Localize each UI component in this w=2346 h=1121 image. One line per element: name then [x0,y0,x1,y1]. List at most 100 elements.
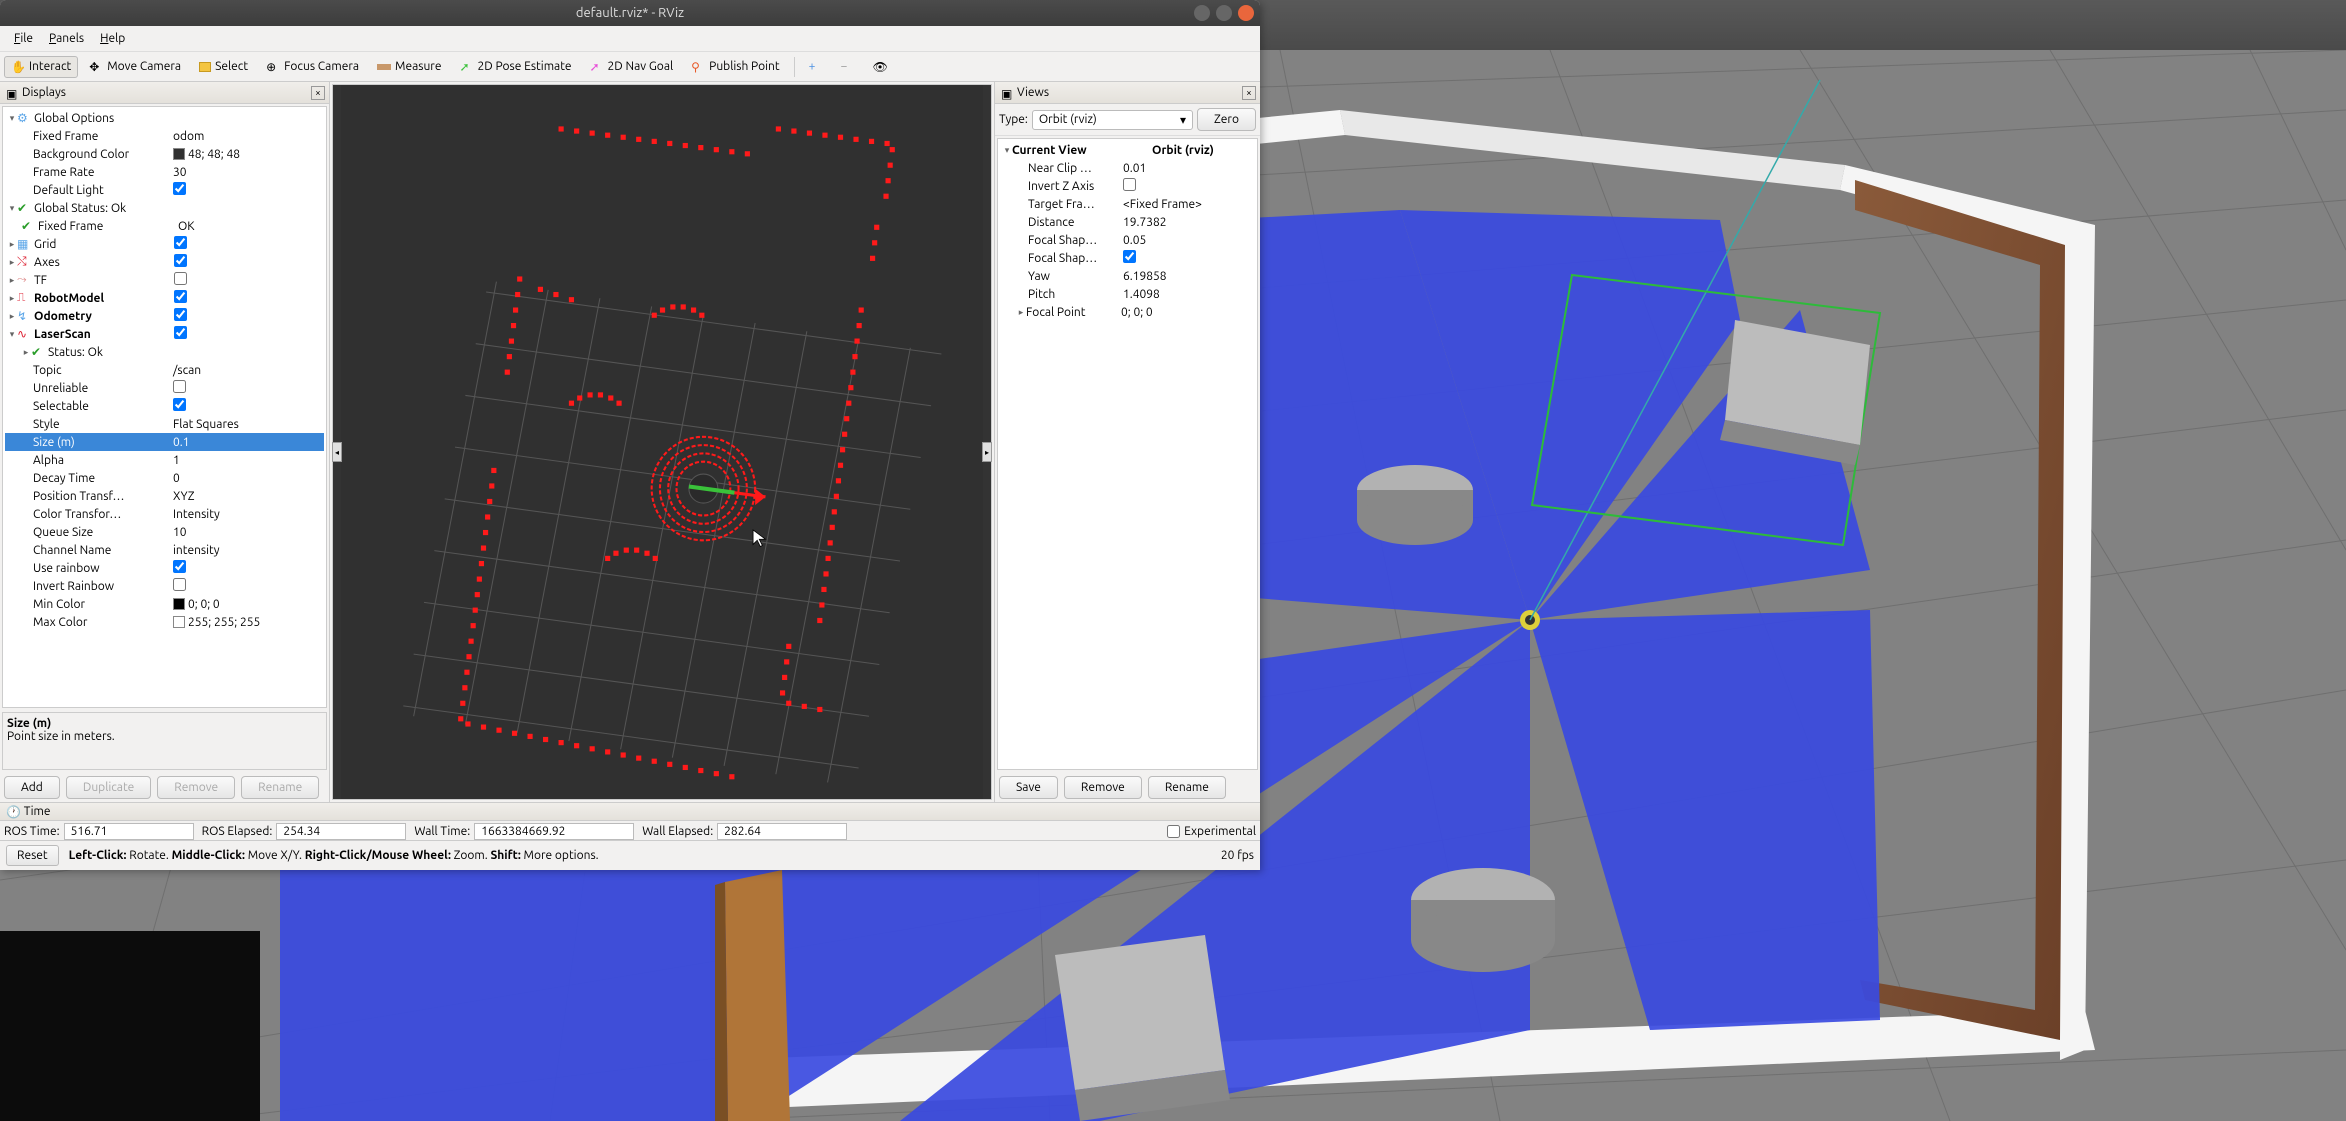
tree-channel-name[interactable]: Channel Nameintensity [5,541,324,559]
invert-rainbow-checkbox[interactable] [173,578,186,591]
tree-current-view[interactable]: ▾Current ViewOrbit (rviz) [1000,141,1255,159]
tree-near-clip[interactable]: Near Clip …0.01 [1000,159,1255,177]
default-light-checkbox[interactable] [173,182,186,195]
displays-header[interactable]: ▣ Displays × [0,82,329,104]
experimental-checkbox[interactable] [1167,825,1180,838]
menu-panels[interactable]: Panels [41,29,92,48]
wall-elapsed-input[interactable] [717,823,847,840]
robotmodel-checkbox[interactable] [174,290,187,303]
tree-focal-point[interactable]: ▸Focal Point0; 0; 0 [1000,303,1255,321]
duplicate-button[interactable]: Duplicate [66,776,151,799]
focal-fixed-checkbox[interactable] [1123,250,1136,263]
tf-checkbox[interactable] [174,272,187,285]
laserscan-checkbox[interactable] [174,326,187,339]
close-icon[interactable] [1238,5,1254,21]
add-button[interactable]: Add [4,776,60,799]
tree-invert-z[interactable]: Invert Z Axis [1000,177,1255,195]
tree-invert-rainbow[interactable]: Invert Rainbow [5,577,324,595]
save-button[interactable]: Save [999,776,1058,799]
displays-buttons: Add Duplicate Remove Rename [0,772,329,802]
tree-tf[interactable]: ▸⤳TF [5,271,324,289]
tree-pitch[interactable]: Pitch1.4098 [1000,285,1255,303]
splitter-right[interactable]: ▸ [982,442,992,462]
axes-checkbox[interactable] [174,254,187,267]
tree-bg-color[interactable]: Background Color48; 48; 48 [5,145,324,163]
tree-alpha[interactable]: Alpha1 [5,451,324,469]
tree-size[interactable]: Size (m)0.1 [5,433,324,451]
tree-min-color[interactable]: Min Color0; 0; 0 [5,595,324,613]
tree-yaw[interactable]: Yaw6.19858 [1000,267,1255,285]
unreliable-checkbox[interactable] [173,380,186,393]
color-swatch [173,598,185,610]
rename-button[interactable]: Rename [241,776,319,799]
tree-selectable[interactable]: Selectable [5,397,324,415]
type-label: Type: [999,113,1028,126]
tool-publish-point[interactable]: ⚲Publish Point [684,56,786,78]
views-tree[interactable]: ▾Current ViewOrbit (rviz) Near Clip …0.0… [997,138,1258,770]
ros-elapsed-input[interactable] [276,823,406,840]
views-header[interactable]: ▣ Views × [995,82,1260,104]
splitter-left[interactable]: ◂ [332,442,342,462]
ros-time-input[interactable] [64,823,194,840]
tree-use-rainbow[interactable]: Use rainbow [5,559,324,577]
panel-close-icon[interactable]: × [311,86,325,100]
titlebar[interactable]: default.rviz* - RViz [0,0,1260,26]
invert-z-checkbox[interactable] [1123,178,1136,191]
tool-move-camera[interactable]: ✥Move Camera [82,56,188,78]
grid-checkbox[interactable] [174,236,187,249]
tree-odometry[interactable]: ▸↯Odometry [5,307,324,325]
displays-tree[interactable]: ▾⚙Global Options Fixed Frameodom Backgro… [2,106,327,708]
tree-default-light[interactable]: Default Light [5,181,324,199]
rviz-viewport[interactable]: ◂ ▸ [332,84,992,800]
reset-button[interactable]: Reset [6,845,59,866]
tree-distance[interactable]: Distance19.7382 [1000,213,1255,231]
views-remove-button[interactable]: Remove [1064,776,1142,799]
selectable-checkbox[interactable] [173,398,186,411]
tool-2d-nav-goal[interactable]: ➚2D Nav Goal [583,56,681,78]
time-header[interactable]: 🕐 Time [0,803,1260,821]
odometry-checkbox[interactable] [174,308,187,321]
tree-axes[interactable]: ▸⤭Axes [5,253,324,271]
tree-status-fixed-frame[interactable]: ✔Fixed FrameOK [5,217,324,235]
tree-focal-shape-size[interactable]: Focal Shap…0.05 [1000,231,1255,249]
views-rename-button[interactable]: Rename [1148,776,1226,799]
tree-fixed-frame[interactable]: Fixed Frameodom [5,127,324,145]
tool-toggle[interactable]: 👁 [866,56,894,78]
tree-frame-rate[interactable]: Frame Rate30 [5,163,324,181]
tree-max-color[interactable]: Max Color255; 255; 255 [5,613,324,631]
tree-robot-model[interactable]: ▸⎍RobotModel [5,289,324,307]
tree-laserscan-status[interactable]: ▸✔Status: Ok [5,343,324,361]
tree-style[interactable]: StyleFlat Squares [5,415,324,433]
tree-global-status[interactable]: ▾✔Global Status: Ok [5,199,324,217]
remove-button[interactable]: Remove [157,776,235,799]
tree-position-transf[interactable]: Position Transf…XYZ [5,487,324,505]
wall-time-input[interactable] [474,823,634,840]
tree-topic[interactable]: Topic/scan [5,361,324,379]
panel-close-icon[interactable]: × [1242,86,1256,100]
tree-global-options[interactable]: ▾⚙Global Options [5,109,324,127]
tree-grid[interactable]: ▸▦Grid [5,235,324,253]
view-type-select[interactable]: Orbit (rviz) ▾ [1032,110,1193,130]
tool-2d-pose-estimate[interactable]: ➚2D Pose Estimate [452,56,578,78]
tree-laserscan[interactable]: ▾∿LaserScan [5,325,324,343]
tree-queue-size[interactable]: Queue Size10 [5,523,324,541]
rainbow-checkbox[interactable] [173,560,186,573]
tool-remove-display[interactable]: − [834,56,862,78]
status-bar: Reset Left-Click: Rotate. Middle-Click: … [0,840,1260,870]
tool-focus-camera[interactable]: ⊕Focus Camera [259,56,366,78]
tool-select[interactable]: Select [192,56,255,77]
arrow-green-icon: ➚ [459,60,473,74]
tree-color-transf[interactable]: Color Transfor…Intensity [5,505,324,523]
tree-focal-shape-fixed[interactable]: Focal Shap… [1000,249,1255,267]
tree-target-frame[interactable]: Target Fra…<Fixed Frame> [1000,195,1255,213]
menu-help[interactable]: Help [92,29,133,48]
tool-interact[interactable]: ✋Interact [4,56,78,78]
minimize-icon[interactable] [1194,5,1210,21]
menu-file[interactable]: File [6,29,41,48]
tree-unreliable[interactable]: Unreliable [5,379,324,397]
tool-add-display[interactable]: + [802,56,830,78]
tool-measure[interactable]: Measure [370,56,448,77]
zero-button[interactable]: Zero [1197,108,1256,131]
tree-decay-time[interactable]: Decay Time0 [5,469,324,487]
maximize-icon[interactable] [1216,5,1232,21]
